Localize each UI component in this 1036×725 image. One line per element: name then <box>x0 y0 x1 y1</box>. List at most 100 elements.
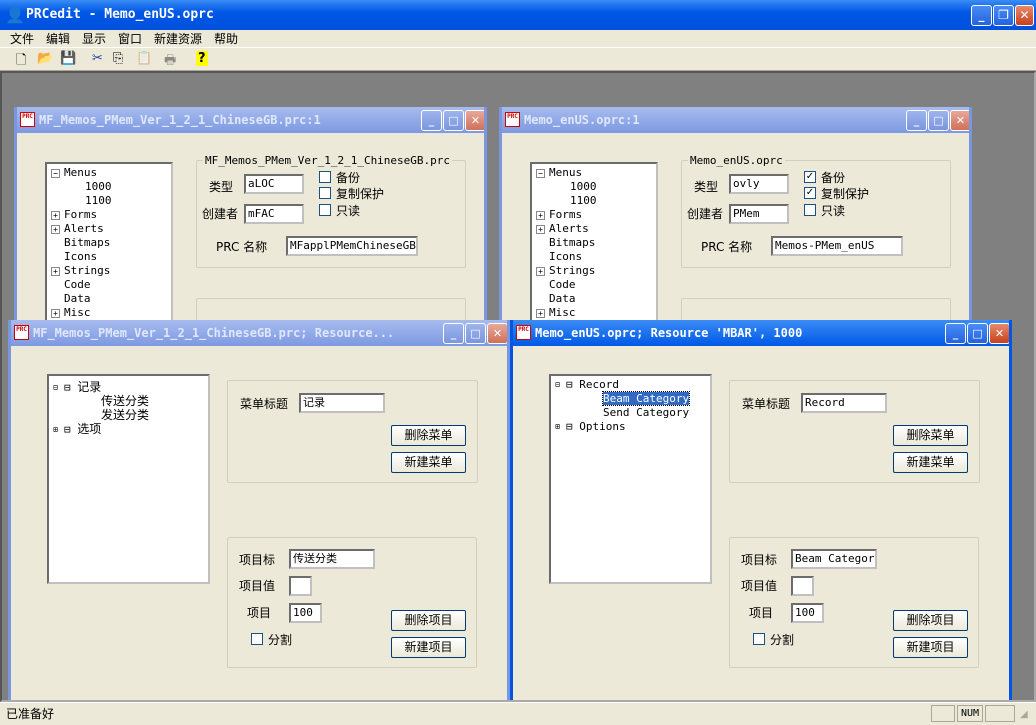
split-checkbox[interactable] <box>753 633 765 645</box>
prc-window-chinese[interactable]: PRC MF_Memos_PMem_Ver_1_2_1_ChineseGB.prc… <box>14 107 487 337</box>
tree-item[interactable]: 1000 <box>85 180 112 193</box>
close-button[interactable]: ✕ <box>487 323 507 344</box>
prc-name-input[interactable]: MFapplPMemChineseGB <box>286 236 418 256</box>
resource-tree[interactable]: − Menus 1000 1100 + Forms + Alerts Bitmaps … <box>45 162 173 334</box>
tree-item-alerts[interactable]: + Alerts <box>536 222 589 235</box>
minimize-button[interactable]: _ <box>443 323 464 344</box>
readonly-checkbox[interactable] <box>804 204 816 216</box>
tree-item-selected[interactable]: Beam Category <box>601 391 691 406</box>
minimize-button[interactable]: _ <box>945 323 966 344</box>
split-checkbox[interactable] <box>251 633 263 645</box>
menu-tree[interactable]: ⊟ ⊟ 记录 传送分类 发送分类 ⊞ ⊟ 选项 <box>47 374 210 584</box>
copy-protect-checkbox[interactable]: ✓ <box>804 187 816 199</box>
prc-window-enus[interactable]: PRC Memo_enUS.oprc:1 _ □ ✕ − Menus 1000 1100… <box>499 107 972 337</box>
menu-tree[interactable]: ⊟ ⊟ Record Beam Category Send Category ⊞ ⊟… <box>549 374 712 584</box>
tree-item[interactable]: Send Category <box>603 406 689 419</box>
tree-item[interactable]: 发送分类 <box>101 406 149 423</box>
menu-view[interactable]: 显示 <box>82 30 106 47</box>
minimize-button[interactable]: _ <box>971 5 992 26</box>
close-button[interactable]: ✕ <box>950 110 969 131</box>
creator-input[interactable]: mFAC <box>244 204 304 224</box>
open-icon[interactable]: 📂 <box>37 51 53 66</box>
tree-item-menus[interactable]: − Menus <box>51 166 97 179</box>
item-value-input[interactable] <box>791 576 814 596</box>
tree-item[interactable]: Icons <box>64 250 97 263</box>
tree-item-misc[interactable]: + Misc <box>51 306 91 319</box>
item-id-input[interactable]: 100 <box>289 603 322 623</box>
help-icon[interactable]: ? <box>196 51 208 66</box>
resource-window-enus[interactable]: PRC Memo_enUS.oprc; Resource 'MBAR', 1000… <box>510 320 1012 700</box>
tree-item-menus[interactable]: − Menus <box>536 166 582 179</box>
maximize-button[interactable]: □ <box>928 110 949 131</box>
item-label-input[interactable]: Beam Category <box>791 549 877 569</box>
type-input[interactable]: ovly <box>729 174 789 194</box>
tree-item[interactable]: Data <box>64 292 91 305</box>
delete-menu-button[interactable]: 删除菜单 <box>391 425 466 446</box>
minimize-button[interactable]: _ <box>906 110 927 131</box>
tree-item[interactable]: Bitmaps <box>549 236 595 249</box>
menu-title-input[interactable]: Record <box>801 393 887 413</box>
menu-file[interactable]: 文件 <box>10 30 34 47</box>
close-button[interactable]: ✕ <box>1015 5 1034 26</box>
new-menu-button[interactable]: 新建菜单 <box>391 452 466 473</box>
tree-item[interactable]: Bitmaps <box>64 236 110 249</box>
delete-menu-button[interactable]: 删除菜单 <box>893 425 968 446</box>
menu-window[interactable]: 窗口 <box>118 30 142 47</box>
window-title[interactable]: PRC Memo_enUS.oprc; Resource 'MBAR', 1000… <box>513 320 1009 346</box>
copy-icon[interactable]: ⎘ <box>113 51 123 66</box>
save-icon[interactable]: 💾 <box>60 51 76 66</box>
tree-item[interactable]: Code <box>64 278 91 291</box>
tree-item[interactable]: 1100 <box>85 194 112 207</box>
copy-protect-checkbox[interactable] <box>319 187 331 199</box>
menu-help[interactable]: 帮助 <box>214 30 238 47</box>
new-icon[interactable]: 🗋 <box>16 51 26 73</box>
window-title[interactable]: PRC Memo_enUS.oprc:1 _ □ ✕ <box>502 107 969 133</box>
menu-title-input[interactable]: 记录 <box>299 393 385 413</box>
tree-item-strings[interactable]: + Strings <box>536 264 595 277</box>
menu-new-resource[interactable]: 新建资源 <box>154 30 202 47</box>
maximize-button[interactable]: □ <box>967 323 988 344</box>
tree-item-options[interactable]: ⊞ ⊟ 选项 <box>51 420 101 437</box>
tree-item-strings[interactable]: + Strings <box>51 264 110 277</box>
close-button[interactable]: ✕ <box>989 323 1009 344</box>
delete-item-button[interactable]: 删除项目 <box>391 610 466 631</box>
minimize-button[interactable]: _ <box>421 110 442 131</box>
window-title[interactable]: PRC MF_Memos_PMem_Ver_1_2_1_ChineseGB.prc… <box>11 320 507 346</box>
delete-item-button[interactable]: 删除项目 <box>893 610 968 631</box>
resource-window-chinese[interactable]: PRC MF_Memos_PMem_Ver_1_2_1_ChineseGB.prc… <box>8 320 510 700</box>
tree-item-options[interactable]: ⊞ ⊟ Options <box>553 420 626 433</box>
backup-checkbox[interactable] <box>319 171 331 183</box>
tree-item-misc[interactable]: + Misc <box>536 306 576 319</box>
close-button[interactable]: ✕ <box>465 110 484 131</box>
tree-item-alerts[interactable]: + Alerts <box>51 222 104 235</box>
tree-item-record[interactable]: ⊟ ⊟ Record <box>553 378 619 391</box>
cut-icon[interactable]: ✂ <box>92 51 103 66</box>
type-input[interactable]: aLOC <box>244 174 304 194</box>
maximize-button[interactable]: ❐ <box>993 5 1014 26</box>
prc-name-input[interactable]: Memos-PMem_enUS <box>771 236 903 256</box>
tree-item[interactable]: 1000 <box>570 180 597 193</box>
maximize-button[interactable]: □ <box>465 323 486 344</box>
item-value-input[interactable] <box>289 576 312 596</box>
tree-item[interactable]: Icons <box>549 250 582 263</box>
item-id-input[interactable]: 100 <box>791 603 824 623</box>
app-title-bar[interactable]: 👤 PRCedit - Memo_enUS.oprc _ ❐ ✕ <box>0 0 1036 30</box>
tree-item[interactable]: Code <box>549 278 576 291</box>
maximize-button[interactable]: □ <box>443 110 464 131</box>
menu-edit[interactable]: 编辑 <box>46 30 70 47</box>
backup-checkbox[interactable]: ✓ <box>804 171 816 183</box>
readonly-checkbox[interactable] <box>319 204 331 216</box>
new-item-button[interactable]: 新建项目 <box>391 637 466 658</box>
creator-input[interactable]: PMem <box>729 204 789 224</box>
new-menu-button[interactable]: 新建菜单 <box>893 452 968 473</box>
item-label-input[interactable]: 传送分类 <box>289 549 375 569</box>
window-title[interactable]: PRC MF_Memos_PMem_Ver_1_2_1_ChineseGB.prc… <box>17 107 484 133</box>
tree-item-forms[interactable]: + Forms <box>536 208 582 221</box>
new-item-button[interactable]: 新建项目 <box>893 637 968 658</box>
resource-tree[interactable]: − Menus 1000 1100 + Forms + Alerts Bitmaps … <box>530 162 658 334</box>
tree-item-forms[interactable]: + Forms <box>51 208 97 221</box>
tree-item-record[interactable]: ⊟ ⊟ 记录 <box>51 378 101 395</box>
resize-grip-icon[interactable]: ◢ <box>1020 709 1028 720</box>
tree-item[interactable]: 1100 <box>570 194 597 207</box>
tree-item[interactable]: Data <box>549 292 576 305</box>
